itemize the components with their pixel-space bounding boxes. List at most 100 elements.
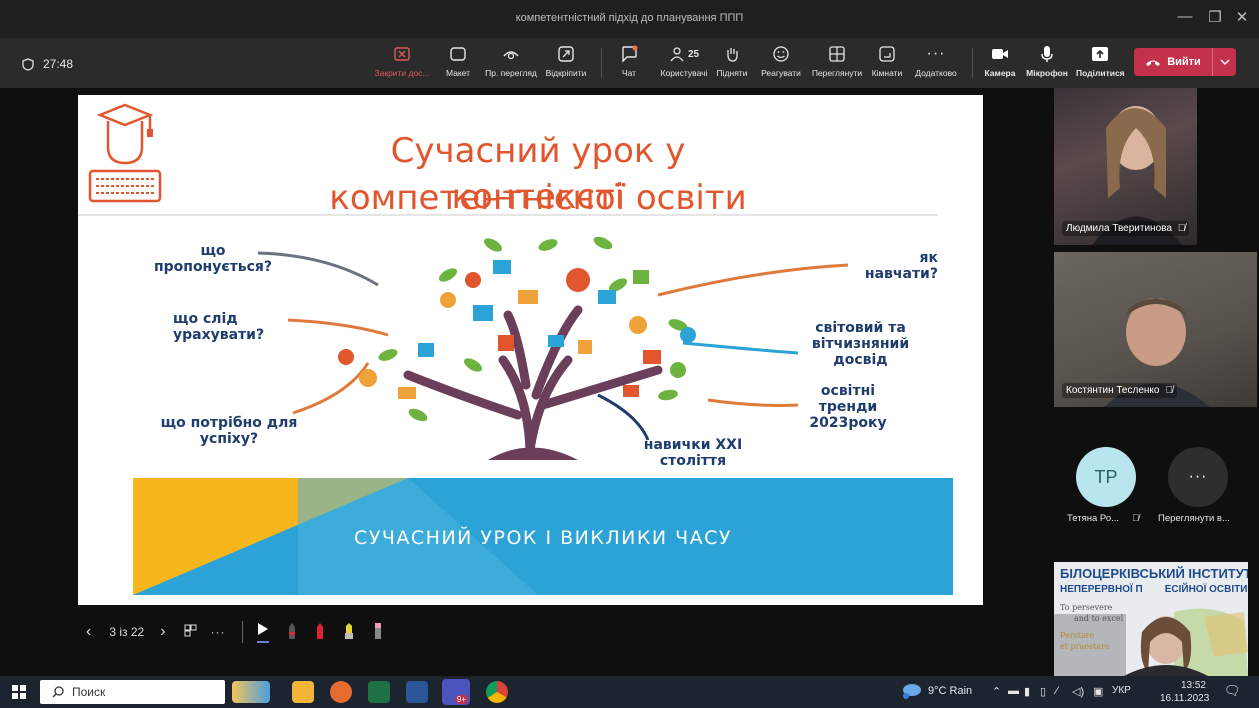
next-slide-button[interactable]: › xyxy=(160,623,165,641)
shared-slide: Сучасний урок у контексті компетентнісно… xyxy=(78,95,983,605)
muted-mic-icon: 🎙̸ xyxy=(1132,513,1140,524)
participant-tile-2[interactable]: Костянтин Тесленко 🎙̸ xyxy=(1054,252,1257,407)
minimize-button[interactable]: — xyxy=(1170,8,1200,25)
rooms-icon xyxy=(879,46,895,62)
presenter-controls: ‹ 3 із 22 › ··· xyxy=(78,614,383,650)
eraser-icon xyxy=(374,622,381,639)
windows-start-button[interactable] xyxy=(12,685,26,704)
mic-button[interactable]: Мікрофон xyxy=(1020,43,1074,78)
pointer-tool[interactable] xyxy=(256,622,269,643)
eraser-tool[interactable] xyxy=(373,622,383,643)
highlighter-tool[interactable] xyxy=(343,622,355,643)
tray-keyboard-icon[interactable]: ▣ xyxy=(1093,685,1103,698)
more-button[interactable]: ··· Додатково xyxy=(910,43,962,78)
tray-pen-icon[interactable]: ∕ xyxy=(1056,685,1058,697)
view-button[interactable]: Переглянути xyxy=(807,43,867,78)
question-how-teach: як навчати? xyxy=(864,250,938,282)
unpin-button[interactable]: Відкріпити xyxy=(542,43,590,78)
hang-up-icon xyxy=(1146,60,1161,66)
react-button[interactable]: Реагувати xyxy=(756,43,806,78)
tray-network-icon[interactable]: ▬ xyxy=(1008,685,1019,697)
question-consider: що слід урахувати? xyxy=(173,311,265,343)
meeting-timer: 27:48 xyxy=(22,57,73,71)
preview-button[interactable]: Пр. перегляд xyxy=(482,43,540,78)
question-success: що потрібно для успіху? xyxy=(160,415,298,447)
input-language[interactable]: УКР xyxy=(1112,685,1131,696)
tray-volume-icon[interactable]: ◁) xyxy=(1072,685,1084,698)
raise-hand-button[interactable]: Підняти xyxy=(716,43,748,78)
window-title: компетентністний підхід до планування ПП… xyxy=(515,12,744,24)
close-share-button[interactable]: Закрити дос... xyxy=(372,43,432,78)
pen-black-tool[interactable] xyxy=(287,622,297,643)
participants-button[interactable]: 25 Користувачі xyxy=(655,43,713,78)
grid-icon xyxy=(184,624,197,637)
more-options-button[interactable]: ··· xyxy=(211,625,226,639)
timer-text: 27:48 xyxy=(43,57,74,71)
participant-name-2: Костянтин Тесленко 🎙̸ xyxy=(1062,383,1177,398)
maximize-button[interactable]: ❐ xyxy=(1200,8,1230,26)
tray-chevron-icon[interactable]: ⌃ xyxy=(992,685,1001,698)
rooms-button[interactable]: Кімнати xyxy=(868,43,906,78)
institute-line2: НЕПЕРЕРВНОЇ П ЕСІЙНОЇ ОСВІТИ xyxy=(1060,584,1248,595)
banner-text: СУЧАСНИЙ УРОК І ВИКЛИКИ ЧАСУ xyxy=(354,527,732,549)
question-offered: що пропонується? xyxy=(153,243,273,275)
tray-microphone-icon[interactable]: ▮ xyxy=(1024,685,1030,698)
word-icon[interactable] xyxy=(406,681,428,703)
view-icon xyxy=(829,46,845,62)
chevron-down-icon xyxy=(1220,59,1229,65)
close-window-button[interactable]: ✕ xyxy=(1227,8,1257,26)
highlighter-icon xyxy=(344,622,353,639)
meeting-toolbar: 27:48 Закрити дос... Макет Пр. перегляд … xyxy=(0,38,1259,88)
edu-trends: освітні тренди 2023року xyxy=(809,383,887,431)
unpin-icon xyxy=(558,46,574,62)
participant-avatar-tr[interactable]: TP xyxy=(1076,447,1136,507)
leave-button[interactable]: Вийти xyxy=(1134,48,1236,76)
pen-black-icon xyxy=(288,622,295,639)
slide-counter: 3 із 22 xyxy=(109,625,145,639)
institute-line1: БІЛОЦЕРКІВСЬКИЙ ІНСТИТУТ xyxy=(1060,566,1248,581)
eye-icon xyxy=(503,51,519,60)
slide-title-line2: компетентнісної освіти xyxy=(329,178,747,218)
more-icon: ··· xyxy=(926,45,946,62)
student-logo-icon xyxy=(88,103,162,203)
file-explorer-icon[interactable] xyxy=(292,681,314,703)
pinned-widget-icon[interactable] xyxy=(232,681,270,703)
camera-icon xyxy=(992,49,1008,59)
grid-view-button[interactable] xyxy=(184,624,197,640)
skills-21st-century: навички XXI століття xyxy=(643,437,743,469)
teams-badge: 9+ xyxy=(454,695,468,704)
clock[interactable]: 13:52 16.11.2023 xyxy=(1160,679,1209,705)
layout-icon xyxy=(450,47,466,61)
view-more-label: Переглянути в... xyxy=(1158,513,1230,524)
chrome-icon[interactable] xyxy=(486,681,508,703)
pen-red-tool[interactable] xyxy=(315,622,325,643)
layout-button[interactable]: Макет xyxy=(438,43,478,78)
excel-icon[interactable] xyxy=(368,681,390,703)
weather-widget[interactable]: 9°C Rain xyxy=(900,682,972,700)
taskbar-search[interactable]: Поиск xyxy=(40,680,225,704)
leave-options-button[interactable] xyxy=(1212,48,1236,76)
share-button[interactable]: Поділитися xyxy=(1076,43,1125,78)
microphone-icon xyxy=(1041,46,1053,62)
windows-logo-icon xyxy=(12,685,26,699)
participant-name-3: Тетяна Ро... xyxy=(1067,513,1120,524)
chat-button[interactable]: Чат xyxy=(614,43,644,78)
institute-motto: To persevere and to excel Perstare et pr… xyxy=(1060,603,1124,651)
presenter-video-tile[interactable]: БІЛОЦЕРКІВСЬКИЙ ІНСТИТУТ НЕПЕРЕРВНОЇ П ЕС… xyxy=(1054,562,1248,676)
firefox-icon[interactable] xyxy=(330,681,352,703)
close-share-icon xyxy=(394,47,410,61)
camera-button[interactable]: Камера xyxy=(982,43,1018,78)
notifications-icon[interactable]: 🗨 xyxy=(1224,683,1241,699)
tray-device-icon[interactable]: ▯ xyxy=(1040,685,1046,698)
teams-icon[interactable]: 9+ xyxy=(442,679,470,705)
participant-name-1: Людмила Тверитинова 🎙̸ xyxy=(1062,221,1190,236)
people-icon xyxy=(670,47,684,62)
leave-label: Вийти xyxy=(1167,56,1201,68)
muted-mic-icon: 🎙̸ xyxy=(1177,223,1186,234)
participant-tile-1[interactable]: Людмила Тверитинова 🎙̸ xyxy=(1054,88,1197,245)
share-icon xyxy=(1092,47,1108,61)
view-more-participants-button[interactable]: ··· xyxy=(1168,447,1228,507)
world-experience: світовий та вітчизняний досвід xyxy=(811,320,910,368)
previous-slide-button[interactable]: ‹ xyxy=(86,623,91,641)
pen-red-icon xyxy=(316,622,323,639)
